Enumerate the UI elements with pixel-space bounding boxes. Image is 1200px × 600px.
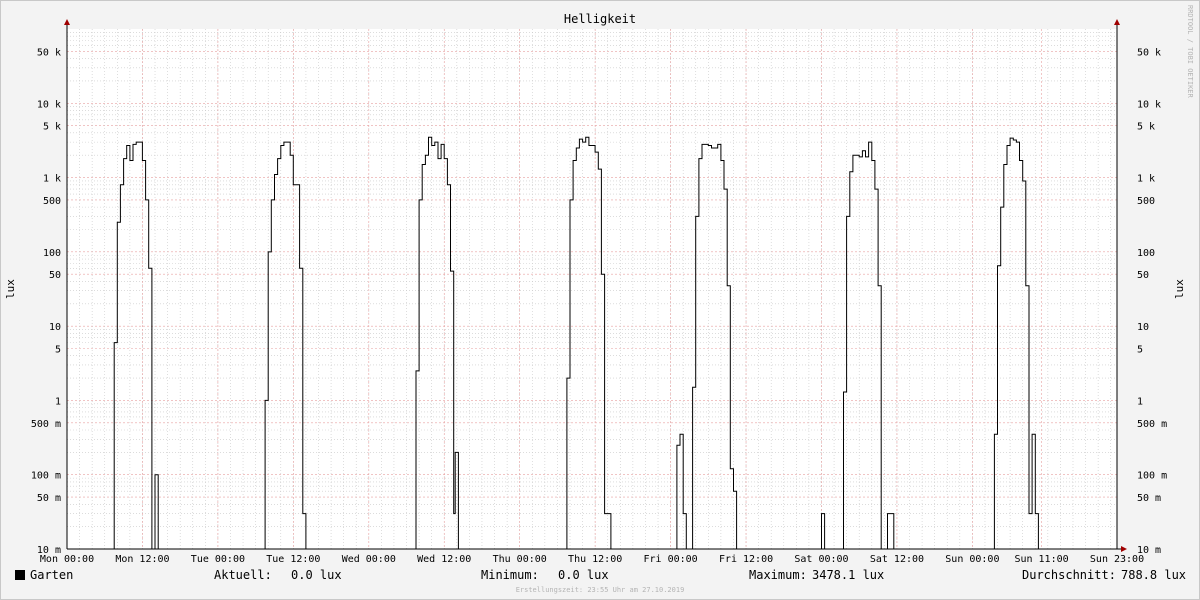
y-tick-label-right: 5	[1137, 345, 1143, 356]
x-tick-label: Thu 00:00	[493, 554, 547, 565]
legend-maximum-value: 3478.1 lux	[812, 568, 885, 582]
y-tick-label-left: 1 k	[43, 174, 61, 185]
legend-maximum-label: Maximum:	[749, 568, 807, 582]
y-tick-label-left: 5 k	[43, 122, 61, 133]
y-tick-label-right: 50	[1137, 270, 1149, 281]
y-tick-label-right: 10 k	[1137, 99, 1161, 110]
creation-time-footer: Erstellungszeit: 23:55 Uhr am 27.10.2019	[516, 586, 685, 594]
x-axis: Mon 00:00 Mon 12:00 Tue 00:00 Tue 12:00 Wed …	[40, 554, 1144, 565]
y-tick-label-left: 50 k	[37, 47, 61, 58]
y-tick-label-right: 5 k	[1137, 122, 1155, 133]
y-axis-left: 10 m50 m100 m500 m1510501005001 k5 k10 k…	[31, 47, 61, 556]
y-tick-label-left: 1	[55, 396, 61, 407]
y-tick-label-left: 500 m	[31, 419, 61, 430]
brightness-chart: Helligkeit 10 m50 m100 m500 m15105010050…	[4, 5, 1194, 594]
chart-title: Helligkeit	[564, 12, 636, 26]
y-axis-label-right: lux	[1173, 279, 1186, 299]
y-tick-label-right: 500	[1137, 196, 1155, 207]
y-tick-label-right: 100	[1137, 248, 1155, 259]
y-tick-label-right: 50 m	[1137, 493, 1161, 504]
legend-current-label: Aktuell:	[214, 568, 272, 582]
y-tick-label-right: 10	[1137, 322, 1149, 333]
y-tick-label-right: 1 k	[1137, 174, 1155, 185]
y-tick-label-left: 100 m	[31, 471, 61, 482]
y-tick-label-right: 50 k	[1137, 47, 1161, 58]
y-tick-label-left: 500	[43, 196, 61, 207]
rrdtool-watermark: RRDTOOL / TOBI OETIKER	[1186, 5, 1194, 99]
x-tick-label: Wed 00:00	[342, 554, 396, 565]
x-tick-label: Mon 00:00	[40, 554, 94, 565]
legend-minimum-label: Minimum:	[481, 568, 539, 582]
x-tick-label: Sat 12:00	[870, 554, 924, 565]
y-axis-label-left: lux	[4, 279, 17, 299]
y-tick-label-right: 500 m	[1137, 419, 1167, 430]
x-tick-label: Sun 11:00	[1014, 554, 1068, 565]
plot-area	[67, 29, 1117, 549]
x-axis-arrow	[1121, 546, 1127, 552]
x-tick-label: Sun 00:00	[945, 554, 999, 565]
legend: Garten Aktuell: 0.0 lux Minimum: 0.0 lux…	[0, 566, 1200, 584]
y-tick-label-left: 5	[55, 345, 61, 356]
y-tick-label-left: 50	[49, 270, 61, 281]
y-tick-label-left: 10 k	[37, 99, 61, 110]
x-tick-label: Tue 00:00	[191, 554, 245, 565]
y-axis-arrow-left	[64, 19, 70, 25]
x-tick-label: Mon 12:00	[115, 554, 169, 565]
legend-swatch-garten	[15, 570, 25, 580]
x-tick-label: Sun 23:00	[1090, 554, 1144, 565]
legend-series-name: Garten	[30, 568, 74, 582]
legend-average-value: 788.8 lux	[1121, 568, 1187, 582]
legend-average-label: Durchschnitt:	[1022, 568, 1116, 582]
x-tick-label: Tue 12:00	[266, 554, 320, 565]
y-tick-label-right: 1	[1137, 396, 1143, 407]
y-tick-label-left: 50 m	[37, 493, 61, 504]
x-tick-label: Wed 12:00	[417, 554, 471, 565]
x-tick-label: Sat 00:00	[794, 554, 848, 565]
x-tick-label: Thu 12:00	[568, 554, 622, 565]
x-tick-label: Fri 00:00	[643, 554, 697, 565]
y-axis-arrow-right	[1114, 19, 1120, 25]
legend-current-value: 0.0 lux	[291, 568, 342, 582]
x-tick-label: Fri 12:00	[719, 554, 773, 565]
legend-minimum-value: 0.0 lux	[558, 568, 609, 582]
y-tick-label-left: 10	[49, 322, 61, 333]
y-axis-right: 10 m50 m100 m500 m1510501005001 k5 k10 k…	[1137, 47, 1167, 556]
y-tick-label-right: 100 m	[1137, 471, 1167, 482]
y-tick-label-left: 100	[43, 248, 61, 259]
